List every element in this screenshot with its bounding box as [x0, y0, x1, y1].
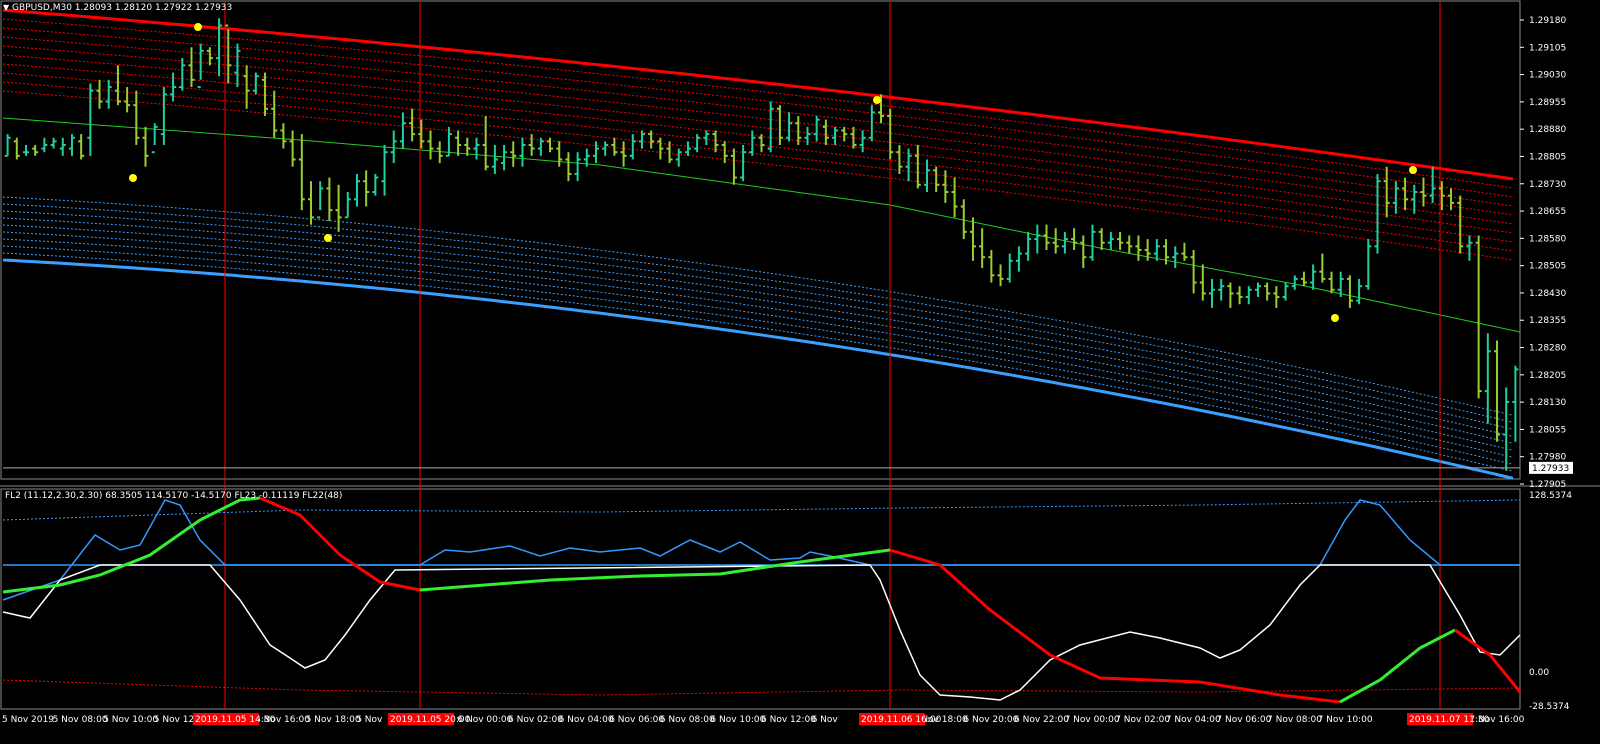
price-axis-label: 1.28205 [1529, 371, 1566, 381]
fractal-marker-icon [1331, 314, 1339, 322]
price-axis-label: 1.28430 [1529, 289, 1566, 299]
chart-window[interactable]: 1.29180 1.29105 1.29030 1.28955 1.28880 1.288… [0, 0, 1600, 744]
time-axis-label: 7 Nov 08:00 [1267, 715, 1322, 725]
price-axis-label: 1.29105 [1529, 43, 1566, 53]
indicator-header: FL2 (11.12,2.30,2.30) 68.3505 114.5170 -… [5, 491, 342, 501]
indicator-fl-up-segment [1339, 628, 1456, 704]
indicator-fl-down-segment [889, 548, 1341, 704]
price-axis-label: 1.28580 [1529, 234, 1566, 244]
lower-band-line [2, 196, 1514, 416]
indicator-fl23: FL23 -0.11119 [234, 491, 300, 501]
upper-band-line [2, 72, 1514, 243]
indicator-blue-line [2, 499, 1520, 601]
price-axis-label: 1.27980 [1529, 453, 1566, 463]
lower-band-line [2, 238, 1514, 458]
fractal-marker-icon [129, 174, 137, 182]
highlighted-time-label: 2019.11.07 11:30 [1409, 715, 1490, 725]
chart-header: ▼ GBPUSD,M30 1.28093 1.28120 1.27922 1.2… [3, 3, 232, 13]
time-axis-label: 7 Nov 04:00 [1166, 715, 1221, 725]
lower-band-line [2, 210, 1514, 430]
indicator-axis-label: 0.00 [1529, 668, 1549, 678]
highlighted-time-label: 2019.11.05 14:30 [195, 715, 276, 725]
fractal-marker-icon [1409, 166, 1417, 174]
price-axis-label: 1.28055 [1529, 425, 1566, 435]
price-axis-label: 1.28805 [1529, 152, 1566, 162]
price-axis-label: 1.28730 [1529, 180, 1566, 190]
indicator-fl-up-segment [419, 548, 891, 592]
price-axis-label: 1.28505 [1529, 262, 1566, 272]
time-axis-label: 6 Nov 22:00 [1014, 715, 1069, 725]
price-axis-label: 1.27905 [1529, 480, 1566, 490]
time-axis-label: 6 Nov [812, 715, 839, 725]
upper-band-line [2, 54, 1514, 225]
indicator-fl-down-segment [259, 496, 421, 592]
price-axis-label: 1.28130 [1529, 398, 1566, 408]
time-axis-label: 7 Nov 00:00 [1065, 715, 1120, 725]
time-axis-label: 5 Nov 10:00 [103, 715, 158, 725]
fractal-marker-icon [873, 96, 881, 104]
time-axis-label: 7 Nov 06:00 [1216, 715, 1271, 725]
indicator-axis-label: -28.5374 [1529, 702, 1570, 712]
indicator-lower-level [2, 679, 1521, 696]
upper-band-line [2, 36, 1514, 207]
price-axis-label: 1.28355 [1529, 316, 1566, 326]
upper-band-line [2, 90, 1514, 261]
price-axis-label: 1.28280 [1529, 344, 1566, 354]
price-axis-label: 1.29180 [1529, 16, 1566, 26]
time-axis-label: 7 Nov 10:00 [1318, 715, 1373, 725]
price-axis-label: 1.29030 [1529, 71, 1566, 81]
time-axis-label: 7 Nov 02:00 [1115, 715, 1170, 725]
ohlc-values: 1.28093 1.28120 1.27922 1.27933 [74, 3, 233, 13]
current-price-label: 1.27933 [1532, 464, 1569, 474]
indicator-pane-frame [0, 488, 1521, 710]
indicator-upper-level [2, 499, 1521, 521]
lower-band-line [2, 203, 1514, 423]
indicator-axis-label: 128.5374 [1529, 491, 1572, 501]
price-axis-label: 1.28955 [1529, 98, 1566, 108]
time-axis-label: 6 Nov 02:00 [508, 715, 563, 725]
upper-band-line [2, 45, 1514, 216]
symbol-label: GBPUSD,M30 [12, 3, 72, 13]
triangle-down-icon[interactable]: ▼ [3, 3, 9, 12]
lower-band-line [2, 217, 1514, 437]
time-axis-label: 6 Nov 08:00 [660, 715, 715, 725]
highlighted-time-label: 2019.11.06 16:00 [861, 715, 942, 725]
time-axis-label: 6 Nov 12:00 [761, 715, 816, 725]
indicator-white-line [2, 564, 1521, 701]
time-axis-label: 5 Nov 2019 [2, 715, 54, 725]
time-axis-label: 6 Nov 04:00 [559, 715, 614, 725]
fractal-marker-icon [194, 23, 202, 31]
time-axis-label: 5 Nov [356, 715, 383, 725]
lower-band-line [2, 245, 1514, 465]
upper-band-line [2, 8, 1514, 181]
upper-band-line [2, 81, 1514, 252]
price-axis-label: 1.28655 [1529, 207, 1566, 217]
upper-band-line [2, 27, 1514, 198]
indicator-fl-down-segment [1454, 628, 1522, 693]
lower-band-line [2, 231, 1514, 451]
indicator-fl22: FL22(48) [302, 491, 343, 501]
time-axis-label: 6 Nov 10:00 [710, 715, 765, 725]
time-axis-label: 6 Nov 06:00 [609, 715, 664, 725]
time-axis-label: 5 Nov 08:00 [53, 715, 108, 725]
time-axis-label: 5 Nov 12: [154, 715, 198, 725]
highlighted-time-label: 2019.11.05 20:00 [390, 715, 471, 725]
price-chart-svg[interactable]: 1.29180 1.29105 1.29030 1.28955 1.28880 1.288… [0, 0, 1600, 744]
time-axis-label: 5 Nov 18:00 [306, 715, 361, 725]
price-axis-label: 1.28880 [1529, 125, 1566, 135]
indicator-name: FL2 (11.12,2.30,2.30) 68.3505 114.5170 -… [5, 491, 232, 501]
upper-band-line [2, 18, 1514, 189]
fractal-marker-icon [324, 234, 332, 242]
time-axis-label: 6 Nov 20:00 [963, 715, 1018, 725]
